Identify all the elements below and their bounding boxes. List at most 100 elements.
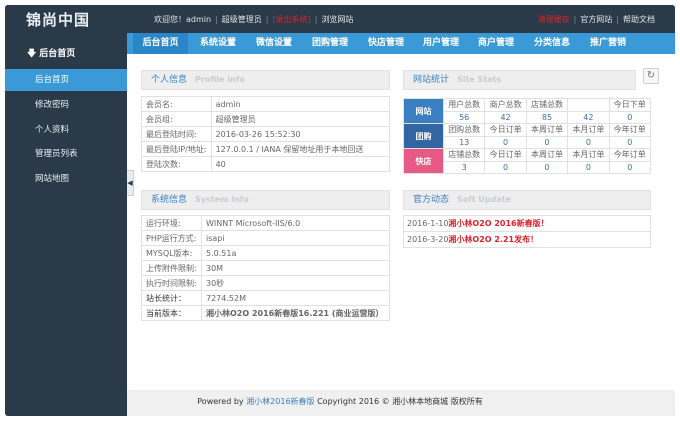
profile-title: 个人信息: [151, 75, 188, 85]
tab-wechat-settings[interactable]: 微信设置: [249, 33, 299, 54]
stat-header: 店铺总数: [442, 148, 486, 162]
system-info-table: 运行环境: WINNT Microsoft-IIS/6.0 PHP运行方式: isa…: [141, 215, 390, 321]
refresh-icon[interactable]: ↻: [643, 68, 659, 84]
system-panel-title: 系统信息 System Info: [141, 190, 390, 210]
table-row: 站长统计： 7274.52M: [141, 290, 390, 306]
table-row: 会员组: 超级管理员: [141, 111, 391, 127]
stat-header: 今日订单: [484, 123, 527, 137]
help-docs-link[interactable]: 帮助文档: [623, 15, 655, 24]
logout-link[interactable]: [退出系统]: [272, 15, 310, 24]
table-row: 团购 团购总数 今日订单 本周订单 本月订单 今年订单: [403, 123, 652, 149]
top-header: 锦尚中国 欢迎您！admin | 超级管理员 | [退出系统] | 浏览网站 清理缓存 | 官方…: [5, 5, 675, 32]
stats-table: 网站 用户总数 商户总数 店铺总数 今日下单 56 42 85 42 0 团购 …: [403, 98, 652, 174]
stats-title: 网站统计: [413, 75, 450, 85]
tab-home[interactable]: 后台首页: [133, 33, 188, 54]
field-value: isapi: [201, 230, 390, 246]
field-label: MYSQL版本:: [141, 245, 202, 261]
news-item: 2016-1-10湘小林O2O 2016新春版！: [403, 215, 651, 232]
news-link[interactable]: 湘小林O2O 2016新春版！: [448, 219, 548, 228]
field-value: 5.0.51a: [201, 245, 390, 261]
table-row: 快店 店铺总数 今日订单 本周订单 本月订单 今年订单: [403, 148, 652, 174]
stat-value: 13: [442, 135, 486, 149]
sidebar-item-change-password[interactable]: 修改密码: [5, 94, 127, 116]
tab-users[interactable]: 用户管理: [416, 33, 466, 54]
list-item[interactable]: 2016-1-10湘小林O2O 2016新春版！: [403, 215, 651, 232]
sidebar-heading[interactable]: 🡇 后台首页: [27, 46, 75, 62]
official-site-link[interactable]: 官方网站: [580, 15, 612, 24]
clear-cache-link[interactable]: 清理缓存: [538, 15, 570, 24]
news-panel-title: 官方动态 Soft Update: [403, 190, 651, 210]
field-value: admin: [210, 96, 391, 112]
down-arrow-icon: 🡇: [27, 49, 37, 59]
field-label: 登陆次数:: [141, 156, 212, 172]
stat-value: 0: [567, 135, 610, 149]
table-row: 当前版本： 湘小林O2O 2016新春版16.221 (商业运营版）: [141, 305, 390, 321]
stat-value: 0: [608, 135, 652, 149]
browse-site-link[interactable]: 浏览网站: [321, 15, 353, 24]
system-title: 系统信息: [151, 195, 188, 205]
main-content: 个人信息 Profile Info 会员名: admin 会员组: 超级管理员 最后登…: [127, 54, 675, 390]
stat-header: 今年订单: [608, 123, 652, 137]
sidebar-heading-label: 后台首页: [39, 49, 76, 59]
table-row: 网站 用户总数 商户总数 店铺总数 今日下单: [403, 98, 652, 124]
stat-value: 0: [608, 110, 652, 124]
news-item: 2016-3-20湘小林O2O 2.21发布！: [403, 231, 651, 248]
field-value: 127.0.0.1 / IANA 保留地址用于本地回送: [210, 141, 391, 157]
tab-system-settings[interactable]: 系统设置: [193, 33, 243, 54]
stat-header: 今年订单: [608, 148, 652, 162]
sidebar-collapse-toggle[interactable]: ◀: [127, 170, 134, 196]
sidebar-item-admin-list[interactable]: 管理员列表: [5, 143, 127, 165]
welcome-text: 欢迎您！admin: [154, 15, 212, 24]
field-label: 当前版本：: [141, 305, 202, 321]
stat-header: 用户总数: [442, 98, 486, 112]
field-label: 会员组:: [141, 111, 212, 127]
field-value: 30M: [201, 260, 390, 276]
table-row: 运行环境: WINNT Microsoft-IIS/6.0: [141, 215, 390, 231]
field-label: 最后登陆IP/地址:: [141, 141, 212, 157]
stat-value: 85: [525, 110, 569, 124]
field-label: 执行时间限制:: [141, 275, 202, 291]
table-row: 最后登陆IP/地址: 127.0.0.1 / IANA 保留地址用于本地回送: [141, 141, 391, 157]
footer-link[interactable]: 湘小林2016新春版: [246, 397, 314, 406]
stat-header: 今日订单: [484, 148, 527, 162]
stat-value: 0: [608, 160, 652, 174]
news-link[interactable]: 湘小林O2O 2.21发布！: [448, 235, 538, 244]
sidebar-item-home[interactable]: 后台首页: [5, 69, 127, 91]
field-label: 会员名:: [141, 96, 212, 112]
sidebar-item-sitemap[interactable]: 网站地图: [5, 168, 127, 190]
stat-value: 3: [442, 160, 486, 174]
table-row: 会员名: admin: [141, 96, 391, 112]
table-row: 登陆次数: 40: [141, 156, 391, 172]
field-label: 运行环境:: [141, 215, 202, 231]
tab-classifieds[interactable]: 分类信息: [527, 33, 577, 54]
field-label: 站长统计：: [141, 290, 202, 306]
site-logo: 锦尚中国: [26, 11, 91, 29]
sidebar: 🡇 后台首页 后台首页 修改密码 个人资料 管理员列表 网站地图: [5, 32, 127, 390]
stats-title-en: Site Stats: [457, 75, 502, 84]
stats-panel-title: 网站统计 Site Stats: [403, 70, 636, 90]
field-value: 40: [210, 156, 391, 172]
system-title-en: System Info: [195, 195, 249, 204]
news-title-en: Soft Update: [457, 195, 511, 204]
category-site: 网站: [403, 98, 444, 124]
sidebar-item-profile[interactable]: 个人资料: [5, 119, 127, 141]
field-value: 超级管理员: [210, 111, 391, 127]
tab-group-buy[interactable]: 团购管理: [305, 33, 355, 54]
stat-value: 42: [484, 110, 527, 124]
tab-marketing[interactable]: 推广营销: [583, 33, 633, 54]
news-date: 2016-1-10: [407, 219, 449, 228]
stat-header: 今日下单: [608, 98, 652, 112]
table-row: 上传附件限制: 30M: [141, 260, 390, 276]
tab-merchants[interactable]: 商户管理: [471, 33, 521, 54]
stat-value: 0: [484, 160, 527, 174]
user-info-bar: 欢迎您！admin | 超级管理员 | [退出系统] | 浏览网站: [154, 15, 354, 24]
table-row: MYSQL版本: 5.0.51a: [141, 245, 390, 261]
field-value: WINNT Microsoft-IIS/6.0: [201, 215, 390, 231]
profile-title-en: Profile Info: [195, 75, 245, 84]
stat-value: 56: [442, 110, 486, 124]
field-value: 30秒: [201, 275, 390, 291]
stat-header: 团购总数: [442, 123, 486, 137]
stat-header: 本周订单: [525, 123, 569, 137]
tab-quick-shop[interactable]: 快店管理: [361, 33, 411, 54]
list-item[interactable]: 2016-3-20湘小林O2O 2.21发布！: [403, 231, 651, 248]
